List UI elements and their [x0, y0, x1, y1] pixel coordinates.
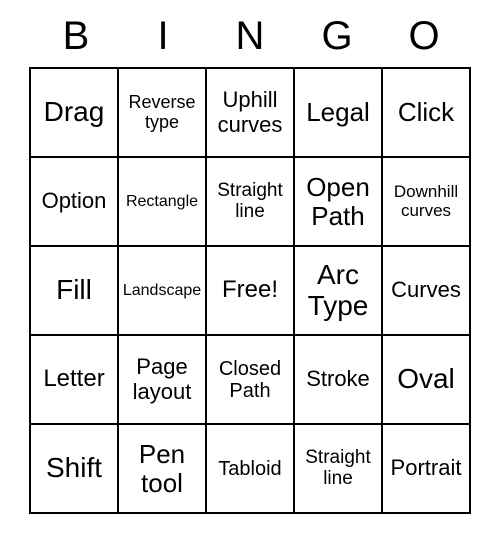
bingo-cell[interactable]: Reverse type — [118, 68, 206, 157]
bingo-cell[interactable]: Tabloid — [206, 424, 294, 513]
bingo-cell[interactable]: Straight line — [294, 424, 382, 513]
header-letter-g: G — [317, 14, 357, 59]
bingo-cell[interactable]: Uphill curves — [206, 68, 294, 157]
bingo-header: B I N G O — [30, 14, 470, 59]
bingo-cell[interactable]: Pen tool — [118, 424, 206, 513]
bingo-cell[interactable]: Curves — [382, 246, 470, 335]
bingo-cell[interactable]: Letter — [30, 335, 118, 424]
bingo-cell[interactable]: Page layout — [118, 335, 206, 424]
bingo-cell[interactable]: Straight line — [206, 157, 294, 246]
bingo-cell[interactable]: Shift — [30, 424, 118, 513]
bingo-cell[interactable]: Option — [30, 157, 118, 246]
bingo-cell[interactable]: Arc Type — [294, 246, 382, 335]
bingo-cell[interactable]: Rectangle — [118, 157, 206, 246]
bingo-cell[interactable]: Oval — [382, 335, 470, 424]
bingo-cell[interactable]: Fill — [30, 246, 118, 335]
bingo-cell[interactable]: Drag — [30, 68, 118, 157]
header-letter-i: I — [143, 14, 183, 59]
bingo-cell[interactable]: Click — [382, 68, 470, 157]
bingo-cell[interactable]: Open Path — [294, 157, 382, 246]
bingo-cell-free[interactable]: Free! — [206, 246, 294, 335]
header-letter-o: O — [404, 14, 444, 59]
bingo-cell[interactable]: Stroke — [294, 335, 382, 424]
bingo-grid: Drag Reverse type Uphill curves Legal Cl… — [29, 67, 471, 514]
header-letter-n: N — [230, 14, 270, 59]
bingo-cell[interactable]: Closed Path — [206, 335, 294, 424]
bingo-cell[interactable]: Portrait — [382, 424, 470, 513]
bingo-cell[interactable]: Downhill curves — [382, 157, 470, 246]
bingo-cell[interactable]: Landscape — [118, 246, 206, 335]
header-letter-b: B — [56, 14, 96, 59]
bingo-cell[interactable]: Legal — [294, 68, 382, 157]
